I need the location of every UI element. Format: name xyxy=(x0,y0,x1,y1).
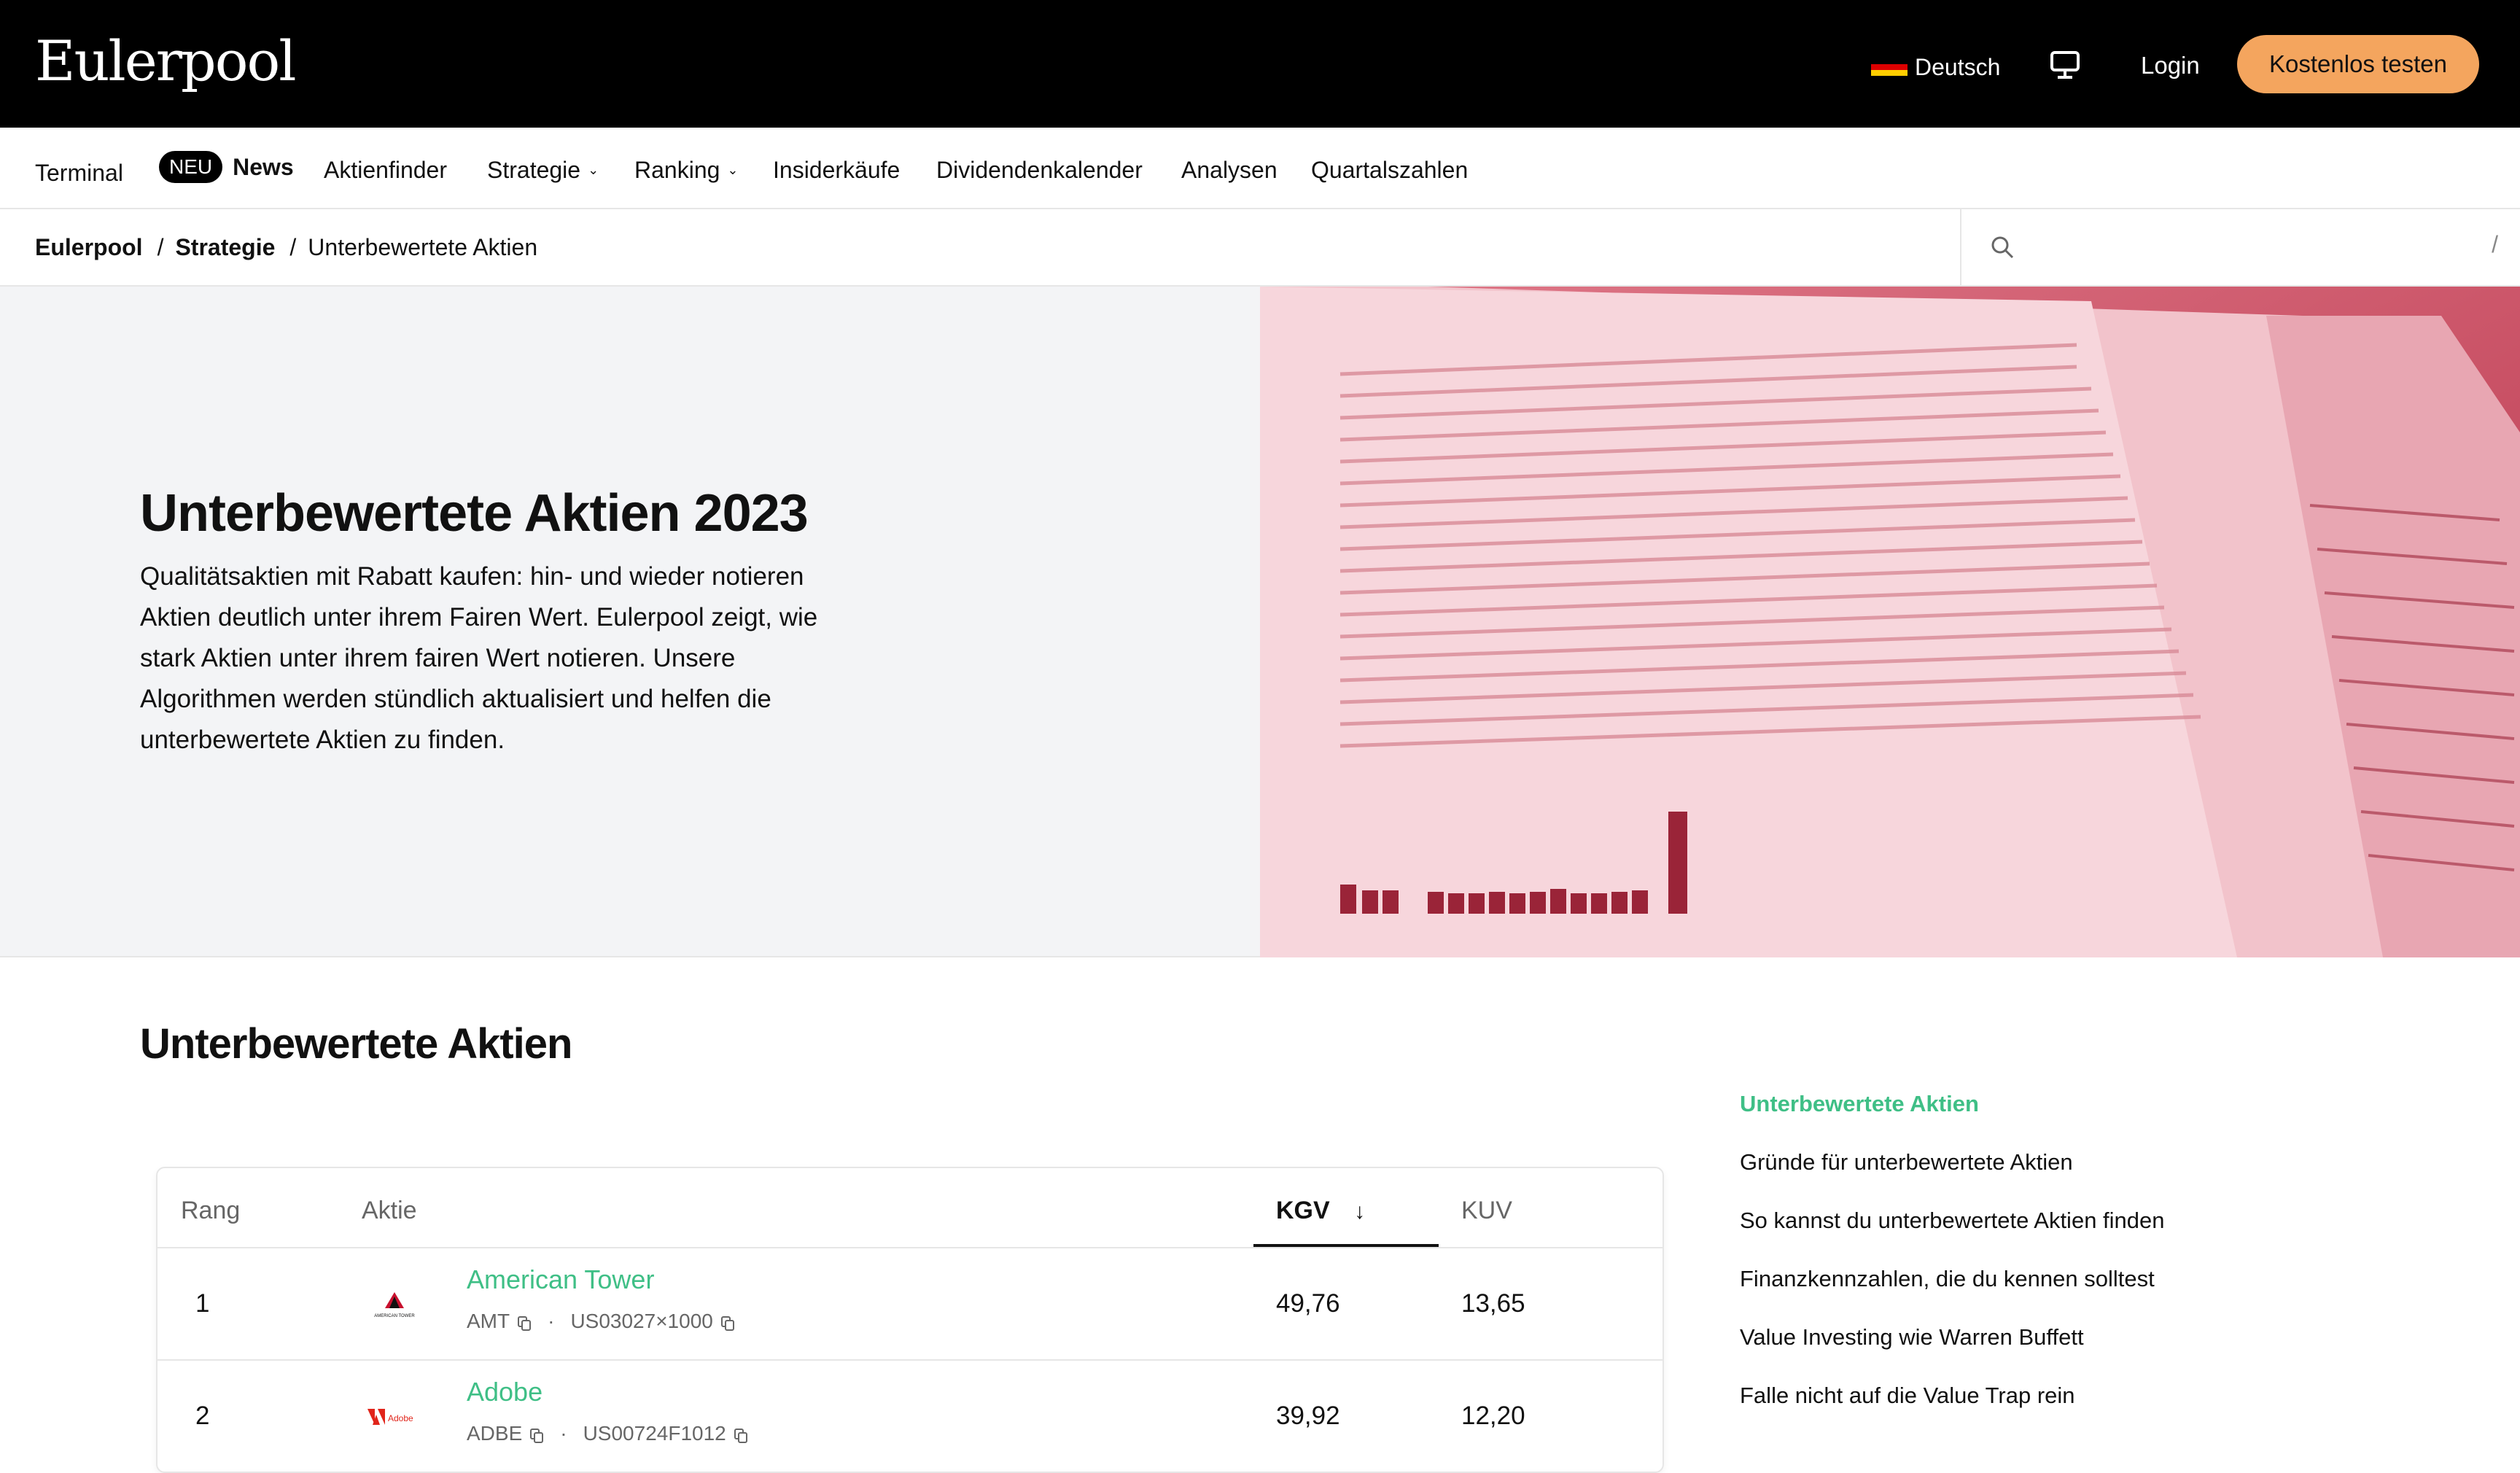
copy-icon[interactable] xyxy=(517,1313,532,1331)
column-header-kuv[interactable]: KUV xyxy=(1461,1194,1512,1227)
breadcrumb-item-eulerpool[interactable]: Eulerpool xyxy=(35,234,143,261)
login-link[interactable]: Login xyxy=(2141,48,2200,83)
kgv-cell: 39,92 xyxy=(1276,1402,1340,1430)
rank-cell: 1 xyxy=(195,1289,210,1318)
table-row[interactable]: 1 AMERICAN TOWER American Tower AMT · US… xyxy=(158,1248,1662,1361)
search-input[interactable]: / xyxy=(1960,209,2520,287)
kuv-cell: 12,20 xyxy=(1461,1402,1525,1430)
nav-item-analysen[interactable]: Analysen xyxy=(1181,154,1278,186)
nav-item-insiderkaeufe[interactable]: Insiderkäufe xyxy=(773,154,900,186)
nav-item-strategie[interactable]: Strategie ⌄ xyxy=(487,154,599,186)
nav-item-ranking[interactable]: Ranking ⌄ xyxy=(634,154,739,186)
breadcrumb-separator: / xyxy=(289,233,297,260)
hero-image xyxy=(1260,287,2520,957)
free-trial-button[interactable]: Kostenlos testen xyxy=(2237,35,2479,93)
chevron-down-icon: ⌄ xyxy=(588,163,599,177)
column-header-kgv[interactable]: KGV ↓ xyxy=(1276,1194,1365,1228)
breadcrumb-item-current: Unterbewertete Aktien xyxy=(308,233,538,260)
american-tower-logo: AMERICAN TOWER xyxy=(362,1286,427,1323)
breadcrumb-separator: / xyxy=(157,233,164,260)
search-shortcut-hint: / xyxy=(2492,231,2498,257)
table-row[interactable]: 2 Adobe Adobe ADBE · US00724F1012 39,92 … xyxy=(158,1361,1662,1472)
main-nav: Terminal NEU News Aktienfinder Strategie… xyxy=(0,128,2520,209)
kuv-cell: 13,65 xyxy=(1461,1289,1525,1318)
copy-icon[interactable] xyxy=(734,1426,748,1443)
hero-section: Unterbewertete Aktien 2023 Qualitätsakti… xyxy=(0,287,1260,957)
language-label: Deutsch xyxy=(1915,53,2001,80)
page-title: Unterbewertete Aktien 2023 xyxy=(140,484,809,543)
svg-text:Adobe: Adobe xyxy=(388,1413,413,1423)
eulerpool-logo[interactable]: Eulerpool xyxy=(35,26,297,96)
copy-icon[interactable] xyxy=(720,1313,735,1331)
nav-item-dividendenkalender[interactable]: Dividendenkalender xyxy=(936,154,1143,186)
section-title: Unterbewertete Aktien xyxy=(140,1020,572,1068)
copy-icon[interactable] xyxy=(529,1426,544,1443)
column-header-rank[interactable]: Rang xyxy=(181,1194,240,1227)
toc-item-unterbewertete-aktien[interactable]: Unterbewertete Aktien xyxy=(1740,1091,1979,1117)
toc-item-value-trap[interactable]: Falle nicht auf die Value Trap rein xyxy=(1740,1383,2075,1409)
active-sort-indicator xyxy=(1253,1244,1439,1247)
column-header-stock[interactable]: Aktie xyxy=(362,1194,417,1227)
stock-name-link[interactable]: American Tower xyxy=(467,1264,654,1295)
nav-item-news[interactable]: NEU News xyxy=(159,151,294,183)
toc-item-gruende[interactable]: Gründe für unterbewertete Aktien xyxy=(1740,1149,2073,1175)
stock-name-link[interactable]: Adobe xyxy=(467,1377,542,1407)
meta-separator: · xyxy=(560,1422,567,1445)
toc-item-finden[interactable]: So kannst du unterbewertete Aktien finde… xyxy=(1740,1208,2165,1234)
nav-item-aktienfinder[interactable]: Aktienfinder xyxy=(324,154,447,186)
nav-item-quartalszahlen[interactable]: Quartalszahlen xyxy=(1311,154,1468,186)
hero-description: Qualitätsaktien mit Rabatt kaufen: hin- … xyxy=(140,562,818,754)
svg-text:AMERICAN TOWER: AMERICAN TOWER xyxy=(374,1314,415,1318)
stocks-table: Rang Aktie KGV ↓ KUV 1 AMERICAN TOWER Am… xyxy=(156,1167,1664,1473)
sort-arrow-down-icon: ↓ xyxy=(1354,1200,1366,1224)
ticker: AMT xyxy=(467,1310,510,1332)
search-icon xyxy=(1989,234,2015,260)
isin: US03027×1000 xyxy=(570,1310,713,1332)
breadcrumb: Eulerpool / Strategie / Unterbewertete A… xyxy=(0,209,1960,287)
adobe-logo: Adobe xyxy=(362,1399,427,1435)
stock-meta: ADBE · US00724F1012 xyxy=(467,1422,748,1445)
monitor-icon[interactable] xyxy=(2048,50,2082,82)
isin: US00724F1012 xyxy=(583,1422,726,1445)
top-bar: Eulerpool Deutsch Login Kostenlos testen xyxy=(0,0,2520,128)
nav-item-terminal[interactable]: Terminal xyxy=(35,157,123,189)
breadcrumb-item-strategie[interactable]: Strategie xyxy=(175,234,275,261)
meta-separator: · xyxy=(548,1310,555,1332)
language-selector[interactable]: Deutsch xyxy=(1871,51,2000,83)
stock-meta: AMT · US03027×1000 xyxy=(467,1310,735,1333)
chevron-down-icon: ⌄ xyxy=(727,163,739,177)
german-flag-icon xyxy=(1871,58,1908,76)
kgv-cell: 49,76 xyxy=(1276,1289,1340,1318)
new-badge: NEU xyxy=(159,151,223,183)
rank-cell: 2 xyxy=(195,1402,210,1430)
toc-item-value-investing[interactable]: Value Investing wie Warren Buffett xyxy=(1740,1324,2084,1350)
toc-item-finanzkennzahlen[interactable]: Finanzkennzahlen, die du kennen solltest xyxy=(1740,1266,2155,1292)
ticker: ADBE xyxy=(467,1422,523,1445)
